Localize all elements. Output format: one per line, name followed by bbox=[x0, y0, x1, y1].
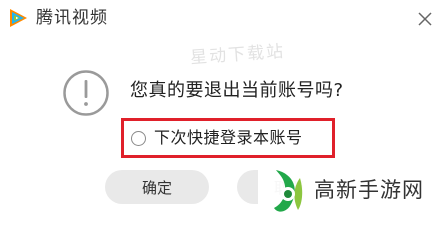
close-button[interactable] bbox=[412, 6, 438, 32]
exclamation-circle-icon bbox=[63, 70, 109, 116]
tencent-video-logo-icon bbox=[10, 9, 27, 27]
app-title: 腾讯视频 bbox=[36, 8, 108, 28]
gaoxin-game-logo-icon bbox=[274, 170, 303, 212]
watermark: 星动下载站 bbox=[189, 41, 286, 69]
site-badge: 高新手游网 bbox=[258, 162, 445, 220]
remember-login-label: 下次快捷登录本账号 bbox=[154, 128, 303, 147]
logout-question: 您真的要退出当前账号吗? bbox=[130, 80, 344, 101]
close-icon bbox=[418, 12, 432, 26]
logout-dialog: 腾讯视频 星动下载站 您真的要退出当前账号吗? 下次快捷登录本账号 确定 取消 … bbox=[0, 0, 445, 220]
remember-login-checkbox[interactable]: 下次快捷登录本账号 bbox=[131, 127, 303, 149]
title-bar: 腾讯视频 bbox=[0, 0, 445, 36]
badge-text: 高新手游网 bbox=[314, 178, 424, 202]
radio-circle[interactable] bbox=[131, 130, 146, 146]
confirm-button[interactable]: 确定 bbox=[105, 170, 209, 204]
